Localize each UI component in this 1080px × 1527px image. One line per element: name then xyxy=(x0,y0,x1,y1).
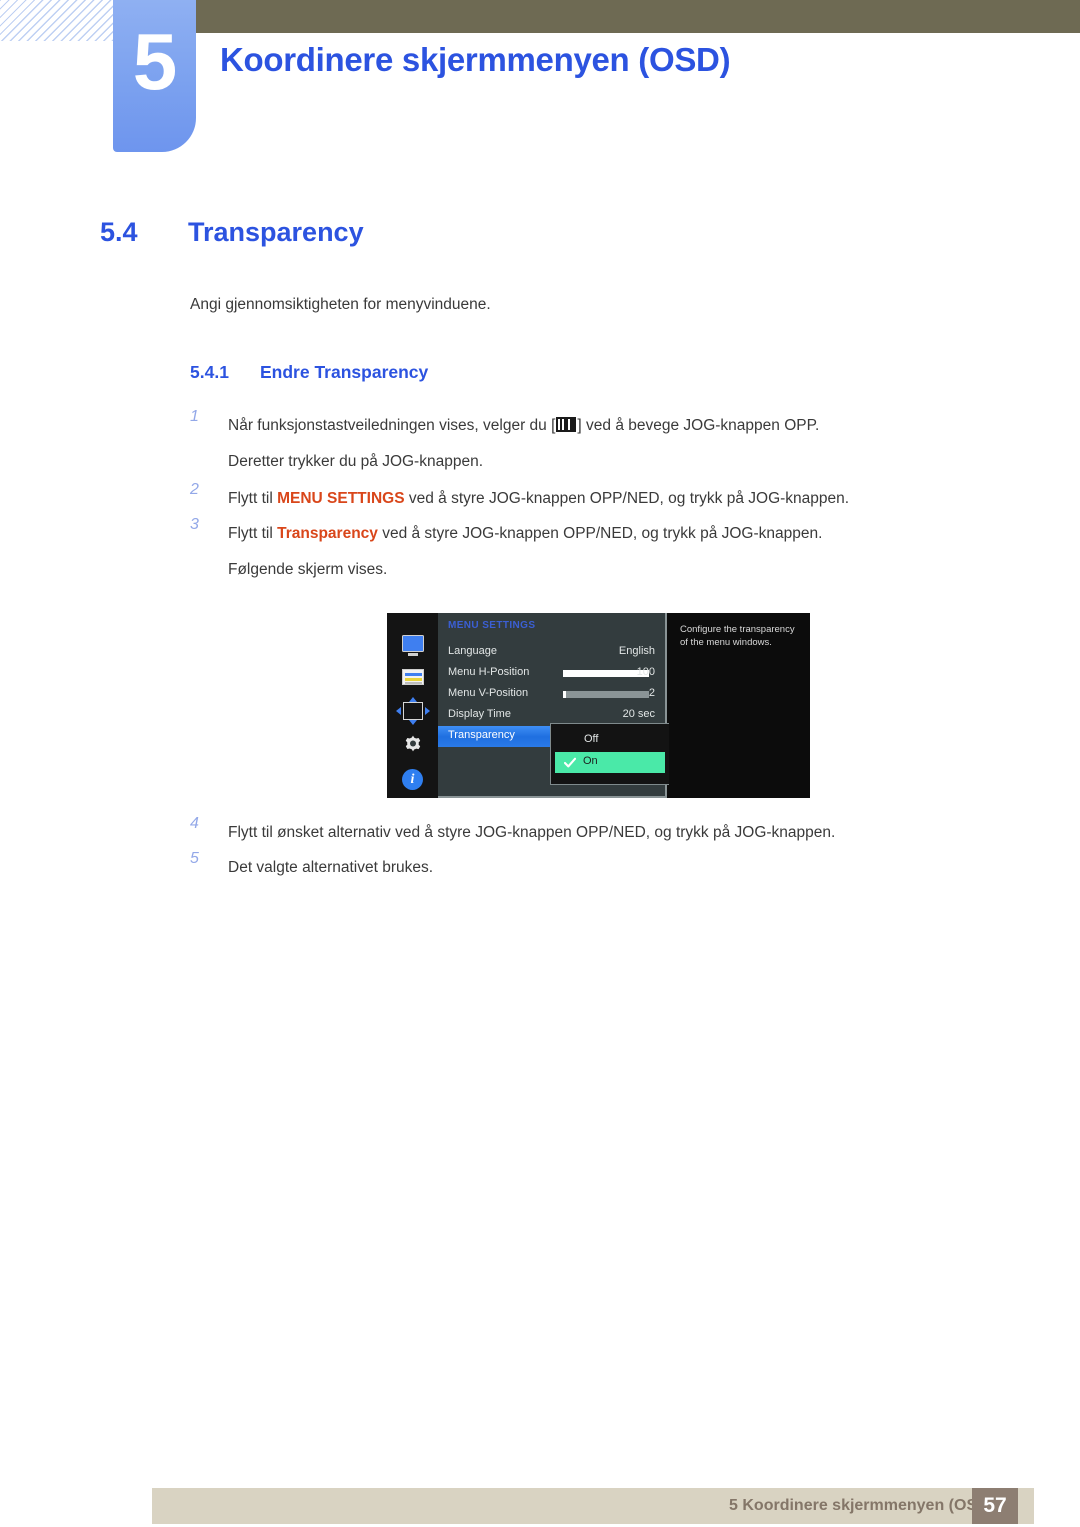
chapter-title: Koordinere skjermmenyen (OSD) xyxy=(220,41,731,78)
step3-highlight: Transparency xyxy=(277,525,378,542)
step-number: 4 xyxy=(190,815,199,832)
osd-rail-item-information[interactable]: i xyxy=(387,762,438,796)
step-text-continued: Følgende skjerm vises. xyxy=(228,561,388,578)
osd-icon-rail: i xyxy=(387,613,438,798)
instruction-steps-continued: 4 Flytt til ønsket alternativ ved å styr… xyxy=(190,815,990,885)
osd-row-menu-v-position[interactable]: Menu V-Position 2 xyxy=(438,684,665,705)
subsection-number: 5.4.1 xyxy=(190,362,229,382)
subsection-title: Endre Transparency xyxy=(260,362,429,382)
step-item: 3 Flytt til Transparency ved å styre JOG… xyxy=(190,516,990,589)
osd-rail-item-picture[interactable] xyxy=(387,660,438,694)
footer-page-number: 57 xyxy=(972,1488,1018,1524)
step2-text-after: ved å styre JOG-knappen OPP/NED, og tryk… xyxy=(404,490,850,507)
step-item: 2 Flytt til MENU SETTINGS ved å styre JO… xyxy=(190,481,990,516)
step-text-continued: Deretter trykker du på JOG-knappen. xyxy=(228,453,484,470)
osd-option-on[interactable]: On xyxy=(555,752,665,773)
section-number: 5.4 xyxy=(100,217,138,247)
instruction-steps: 1 Når funksjonstastveiledningen vises, v… xyxy=(190,408,990,589)
step-item: 5 Det valgte alternativet brukes. xyxy=(190,850,990,885)
osd-option-label: On xyxy=(583,755,598,767)
checkmark-icon xyxy=(563,756,577,768)
step-number: 3 xyxy=(190,516,199,533)
osd-row-language[interactable]: Language English xyxy=(438,642,665,663)
osd-row-transparency[interactable]: Transparency xyxy=(438,726,552,747)
chapter-number: 5 xyxy=(132,17,178,106)
monitor-icon xyxy=(401,634,424,652)
osd-screenshot: i MENU SETTINGS Language English Menu H-… xyxy=(387,613,810,798)
osd-row-label: Transparency xyxy=(448,729,515,741)
step-number: 1 xyxy=(190,408,199,425)
step1-text-before: Når funksjonstastveiledningen vises, vel… xyxy=(228,417,556,434)
step1-text-after: ] ved å bevege JOG-knappen OPP. xyxy=(577,417,820,434)
step-text: Flytt til MENU SETTINGS ved å styre JOG-… xyxy=(228,481,990,516)
osd-row-value: English xyxy=(618,645,655,657)
osd-help-text: Configure the transparency of the menu w… xyxy=(680,624,795,648)
step-item: 4 Flytt til ønsket alternativ ved å styr… xyxy=(190,815,990,850)
subsection-heading: 5.4.1 Endre Transparency xyxy=(190,362,428,383)
step3-text-after: ved å styre JOG-knappen OPP/NED, og tryk… xyxy=(377,525,823,542)
step2-highlight: MENU SETTINGS xyxy=(277,490,405,507)
section-intro: Angi gjennomsiktigheten for menyvinduene… xyxy=(190,296,491,313)
osd-panel-title: MENU SETTINGS xyxy=(448,620,536,631)
step-number: 5 xyxy=(190,850,199,867)
header-olive-bar xyxy=(113,0,1080,33)
section-title: Transparency xyxy=(188,217,364,247)
step-text: Flytt til ønsket alternativ ved å styre … xyxy=(228,824,836,841)
osd-row-menu-h-position[interactable]: Menu H-Position 100 xyxy=(438,663,665,684)
picture-icon xyxy=(401,669,424,685)
osd-slider-v-position[interactable] xyxy=(563,691,649,698)
document-page: 5 Koordinere skjermmenyen (OSD) 5.4 Trans… xyxy=(0,0,1080,1527)
osd-row-value: 2 xyxy=(648,687,655,699)
osd-rail-item-settings[interactable] xyxy=(387,728,438,762)
osd-help-panel: Configure the transparency of the menu w… xyxy=(669,613,810,798)
osd-option-off[interactable]: Off xyxy=(556,730,664,752)
step-item: 1 Når funksjonstastveiledningen vises, v… xyxy=(190,408,990,481)
osd-rail-item-position[interactable] xyxy=(387,694,438,728)
menu-key-icon xyxy=(556,417,577,432)
footer-chapter-label: 5 Koordinere skjermmenyen (OSD) xyxy=(729,1497,994,1514)
step3-text-before: Flytt til xyxy=(228,525,278,542)
step-text: Det valgte alternativet brukes. xyxy=(228,859,434,876)
section-heading: 5.4 Transparency xyxy=(100,217,364,248)
step-number: 2 xyxy=(190,481,199,498)
osd-transparency-dropdown: Off On xyxy=(550,723,670,785)
step-text: Når funksjonstastveiledningen vises, vel… xyxy=(228,408,990,443)
step-text: Flytt til Transparency ved å styre JOG-k… xyxy=(228,516,990,551)
step2-text-before: Flytt til xyxy=(228,490,278,507)
gear-icon xyxy=(401,733,425,757)
osd-row-label: Menu V-Position xyxy=(448,687,529,699)
info-icon: i xyxy=(402,768,423,790)
move-icon xyxy=(395,697,430,725)
hatch-decoration xyxy=(0,0,113,41)
osd-rail-item-display[interactable] xyxy=(387,626,438,660)
osd-row-label: Menu H-Position xyxy=(448,666,530,678)
osd-row-label: Language xyxy=(448,645,497,657)
osd-row-value: 100 xyxy=(636,666,655,678)
osd-row-value: 20 sec xyxy=(622,708,655,720)
osd-option-label: Off xyxy=(584,733,599,745)
osd-row-label: Display Time xyxy=(448,708,511,720)
